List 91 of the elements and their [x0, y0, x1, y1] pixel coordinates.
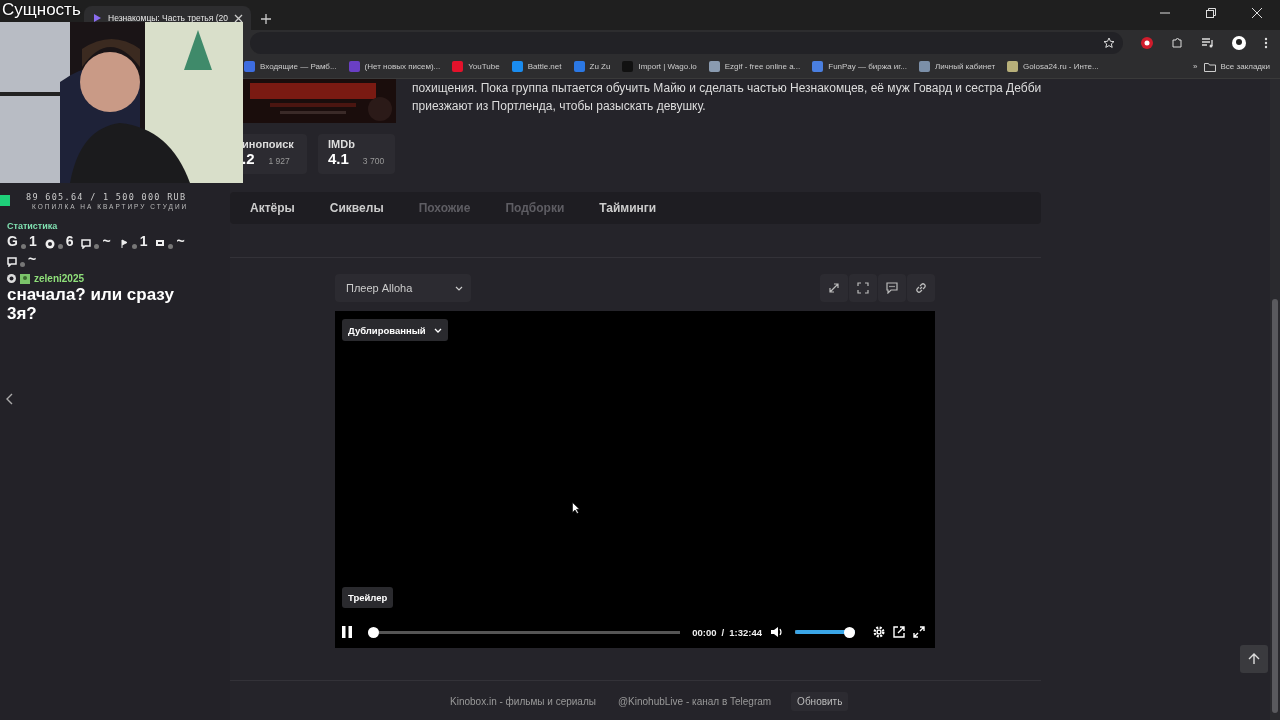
bookmark[interactable]: FunPay — биржа иг... [812, 61, 907, 72]
bookmark[interactable]: (Нет новых писем)... [348, 61, 441, 72]
avatar-icon [20, 273, 30, 284]
rating-source: инопоиск [242, 138, 295, 150]
donation-amount: 89 605.64 / 1 500 000 RUB [26, 192, 188, 202]
viewer-dot-icon [131, 244, 137, 249]
scrollbar-thumb[interactable] [1272, 299, 1278, 713]
fullscreen-icon [857, 282, 869, 294]
time-separator: / [721, 626, 725, 638]
stat-value: ~ [176, 233, 185, 249]
scroll-top-button[interactable] [1240, 645, 1268, 673]
section-link[interactable]: Актёры [250, 201, 313, 215]
duration: 1:32:44 [729, 626, 762, 638]
rating-score: 4.1 [328, 150, 349, 167]
restore-icon[interactable] [1206, 8, 1216, 18]
viewer-dot-icon [20, 244, 26, 249]
star-icon[interactable] [1103, 36, 1115, 49]
volume-icon[interactable] [770, 626, 783, 638]
menu-icon[interactable] [1264, 36, 1268, 49]
screen-icon [155, 239, 166, 249]
section-link: Подборки [505, 201, 566, 215]
bookmark[interactable]: Zu Zu [573, 61, 611, 72]
fullscreen-button[interactable] [849, 274, 877, 302]
stat-value: ~ [28, 251, 37, 267]
rating-score: .2 [242, 150, 255, 167]
player-select[interactable]: Плеер Alloha [335, 274, 471, 302]
cursor-icon [572, 502, 580, 514]
circle-icon [44, 239, 55, 249]
section-link: Похожие [418, 201, 472, 215]
caret-icon [455, 285, 463, 291]
bookmark[interactable]: Battle.net [511, 61, 562, 72]
volume-thumb[interactable] [844, 626, 855, 638]
new-tab-icon[interactable] [261, 14, 272, 24]
trailer-badge: Трейлер [342, 587, 394, 608]
extension-record-icon[interactable] [1141, 36, 1153, 49]
stats-title: Статистика [7, 221, 59, 231]
fullscreen-icon[interactable] [913, 626, 925, 638]
all-bookmarks-button[interactable]: Все закладки [1203, 61, 1270, 72]
bookmark[interactable]: Личный кабинет [918, 61, 996, 72]
stat-value: ~ [102, 233, 111, 249]
chevron-down-icon [433, 327, 442, 333]
rating-votes: 3 700 [362, 156, 385, 166]
section-link[interactable]: Сиквелы [329, 201, 402, 215]
bookmark[interactable]: Import | Wago.io [622, 61, 697, 72]
close-icon[interactable] [234, 13, 244, 23]
bubble-icon [81, 239, 92, 249]
voice-dropdown[interactable]: Дублированный [342, 319, 448, 341]
current-time: 00:00 [692, 626, 717, 638]
viewer-dot-icon [20, 262, 25, 267]
chat-username: zeleni2025 [34, 273, 85, 284]
chevron-left-icon[interactable] [6, 393, 14, 405]
footer-link[interactable]: Kinobox.in - фильмы и сериалы [450, 696, 596, 707]
bookmark[interactable]: Golosa24.ru - Инте... [1007, 61, 1099, 72]
comment-button[interactable] [878, 274, 906, 302]
arrow-up-icon [1248, 653, 1260, 665]
link-icon [915, 282, 927, 294]
viewer-dot-icon [168, 244, 174, 249]
folder-icon [1203, 61, 1216, 72]
section-link[interactable]: Тайминги [599, 201, 675, 215]
rating-votes: 1 927 [268, 156, 290, 166]
comment-icon [886, 282, 898, 294]
expand-icon [828, 282, 840, 294]
settings-icon[interactable] [873, 626, 885, 638]
bookmark[interactable]: Входящие — Рамб... [244, 61, 337, 72]
footer-link[interactable]: @KinohubLive - канал в Telegram [617, 696, 772, 707]
viewer-dot-icon [57, 244, 63, 249]
chat-message: сначала? или сразу 3я? [7, 285, 175, 323]
bookmark[interactable]: Ezgif - free online a... [708, 61, 801, 72]
stat-value: 6 [65, 233, 74, 249]
stat-value: 1 [28, 233, 37, 249]
link-button[interactable] [907, 274, 935, 302]
flag-icon [118, 239, 129, 249]
pause-icon[interactable] [342, 626, 352, 638]
bookmark[interactable]: YouTube [452, 61, 500, 72]
playlist-icon[interactable] [1201, 36, 1214, 49]
movie-description: похищения. Пока группа пытается обучить Майю и сделать частью Незнакомцев, её муж Говард и сестра Дебби приезжают из Портленда, чтобы разыскать девушку. [412, 80, 1043, 115]
stat-value: 1 [139, 233, 148, 249]
profile-icon[interactable] [1232, 35, 1246, 50]
close-icon[interactable] [1252, 8, 1262, 18]
rating-source: IMDb [328, 138, 356, 150]
more-bookmarks-button[interactable]: » [1193, 62, 1198, 71]
expand-button[interactable] [820, 274, 848, 302]
stream-title: Сущность [2, 0, 81, 20]
progress-thumb[interactable] [368, 626, 379, 638]
bubble-icon [7, 257, 17, 267]
popout-icon[interactable] [893, 626, 905, 638]
viewer-dot-icon [94, 244, 100, 249]
badge-icon [7, 274, 16, 283]
video-player[interactable]: Дублированный Трейлер 00:00 / 1:32:44 [335, 311, 935, 648]
refresh-button[interactable]: Обновить [791, 692, 849, 711]
platform-label: G [7, 233, 18, 249]
